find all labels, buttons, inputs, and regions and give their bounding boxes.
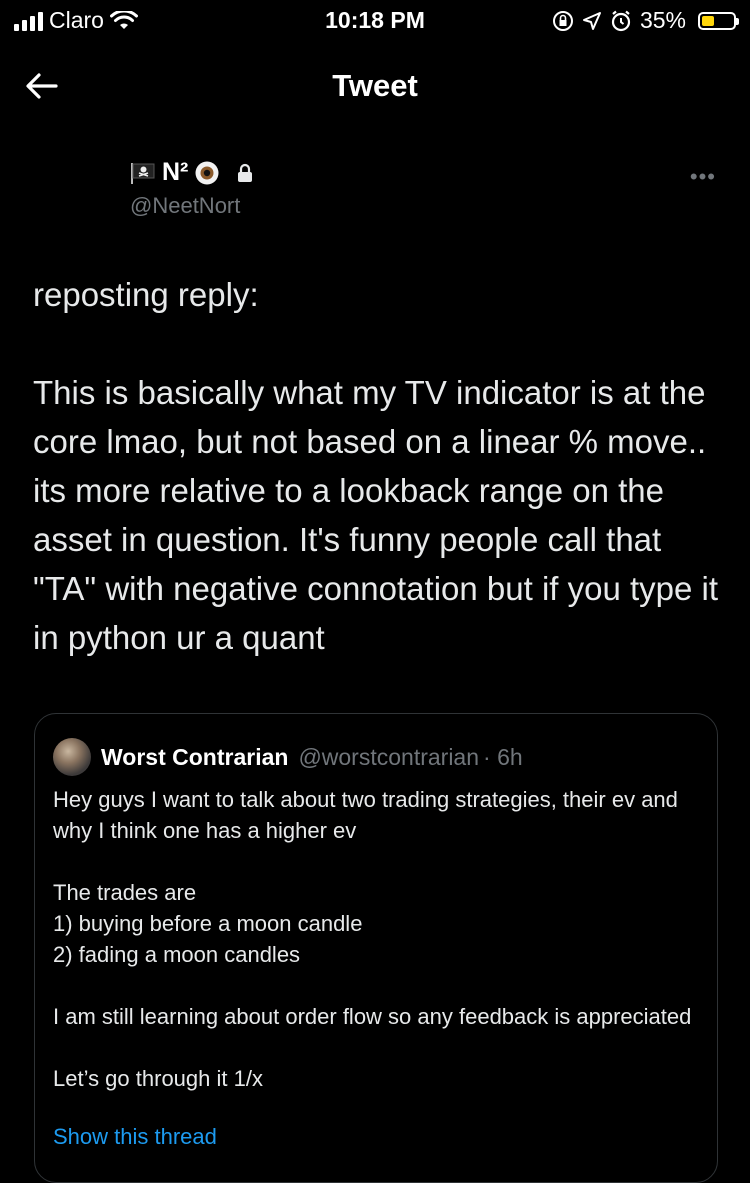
nav-header: Tweet xyxy=(0,50,750,120)
status-bar: Claro 10:18 PM 35% xyxy=(0,0,750,44)
pirate-flag-icon xyxy=(131,162,155,184)
show-thread-link[interactable]: Show this thread xyxy=(53,1124,217,1150)
battery-percent: 35% xyxy=(639,7,686,33)
page-title: Tweet xyxy=(332,68,418,103)
quoted-tweet-header: Worst Contrarian @worstcontrarian · 6h xyxy=(53,738,523,776)
status-right: 35% xyxy=(552,7,739,34)
tweet-author[interactable]: N² @NeetNort xyxy=(130,158,256,219)
avatar xyxy=(53,738,91,776)
quoted-author-name: Worst Contrarian xyxy=(101,743,289,770)
tweet-text: reposting reply: This is basically what … xyxy=(33,276,719,656)
quoted-tweet-text: Hey guys I want to talk about two tradin… xyxy=(53,787,692,1091)
eye-icon xyxy=(195,161,219,184)
alarm-icon xyxy=(611,10,631,31)
author-handle: @NeetNort xyxy=(130,193,241,218)
lock-icon xyxy=(238,163,253,182)
author-name: N² xyxy=(162,158,189,186)
location-icon xyxy=(582,11,601,30)
more-options-button[interactable]: ••• xyxy=(690,164,716,190)
orientation-lock-icon xyxy=(552,10,573,31)
quoted-tweet-card[interactable]: Worst Contrarian @worstcontrarian · 6h H… xyxy=(34,713,718,1183)
quoted-author-handle: @worstcontrarian xyxy=(298,743,480,770)
battery-level xyxy=(702,15,714,26)
battery-icon xyxy=(698,11,739,30)
author-name-row: N² xyxy=(130,158,256,187)
quoted-tweet-time: · 6h xyxy=(483,743,523,770)
